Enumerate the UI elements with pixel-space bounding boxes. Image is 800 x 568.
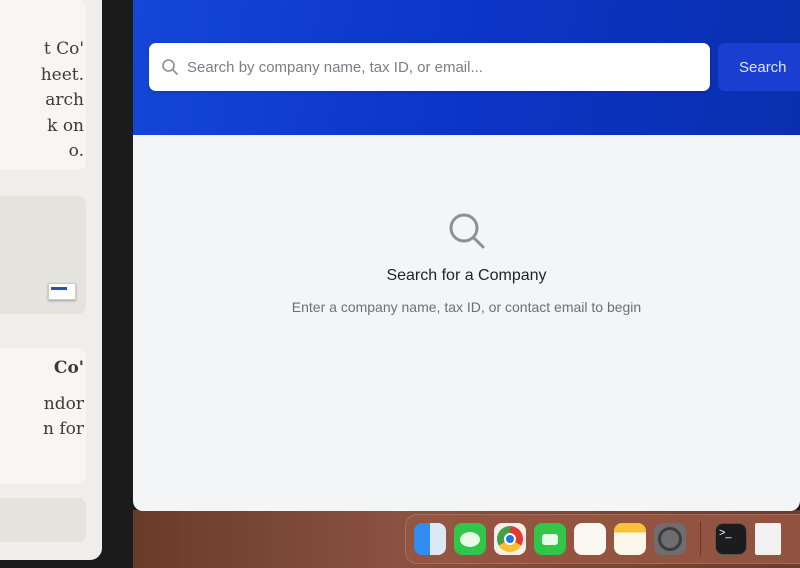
card-text: o. [68, 141, 84, 161]
empty-state-subtitle: Enter a company name, tax ID, or contact… [291, 299, 642, 315]
company-search-window: Search Search for a Company Enter a comp… [133, 0, 800, 511]
card-title: Co' [53, 358, 84, 378]
card-text: n for [42, 419, 84, 439]
search-box[interactable] [149, 43, 710, 91]
search-header: Search [133, 0, 800, 135]
empty-state: Search for a Company Enter a company nam… [133, 210, 800, 315]
search-input[interactable] [187, 58, 687, 76]
facetime-icon[interactable] [534, 523, 566, 555]
message-card[interactable]: t Co' heet. arch k on o. [0, 0, 86, 170]
reminders-icon[interactable] [574, 523, 606, 555]
input-card[interactable] [0, 498, 86, 542]
notes-side-panel: t Co' heet. arch k on o. Co' ndor n for [0, 0, 102, 560]
empty-state-title: Search for a Company [386, 267, 547, 284]
messages-icon[interactable] [454, 523, 486, 555]
search-icon [449, 213, 484, 249]
card-text: t Co' [43, 39, 84, 59]
card-text: k on [47, 115, 84, 136]
search-button[interactable]: Search [718, 43, 800, 91]
notes-icon[interactable] [614, 523, 646, 555]
screenshot-attachment-card[interactable] [0, 196, 86, 314]
search-icon [162, 59, 178, 75]
card-text: arch [45, 90, 84, 110]
dock: >_ [405, 514, 800, 564]
zip-file-icon[interactable] [755, 523, 781, 555]
finder-icon[interactable] [414, 523, 446, 555]
screenshot-thumbnail[interactable] [48, 283, 76, 300]
dock-separator [700, 522, 701, 556]
system-settings-icon[interactable] [654, 523, 686, 555]
chrome-icon[interactable] [494, 523, 526, 555]
card-text: ndor [43, 393, 84, 414]
card-text: heet. [40, 64, 84, 85]
message-card[interactable]: Co' ndor n for [0, 348, 86, 484]
terminal-icon[interactable]: >_ [715, 523, 747, 555]
